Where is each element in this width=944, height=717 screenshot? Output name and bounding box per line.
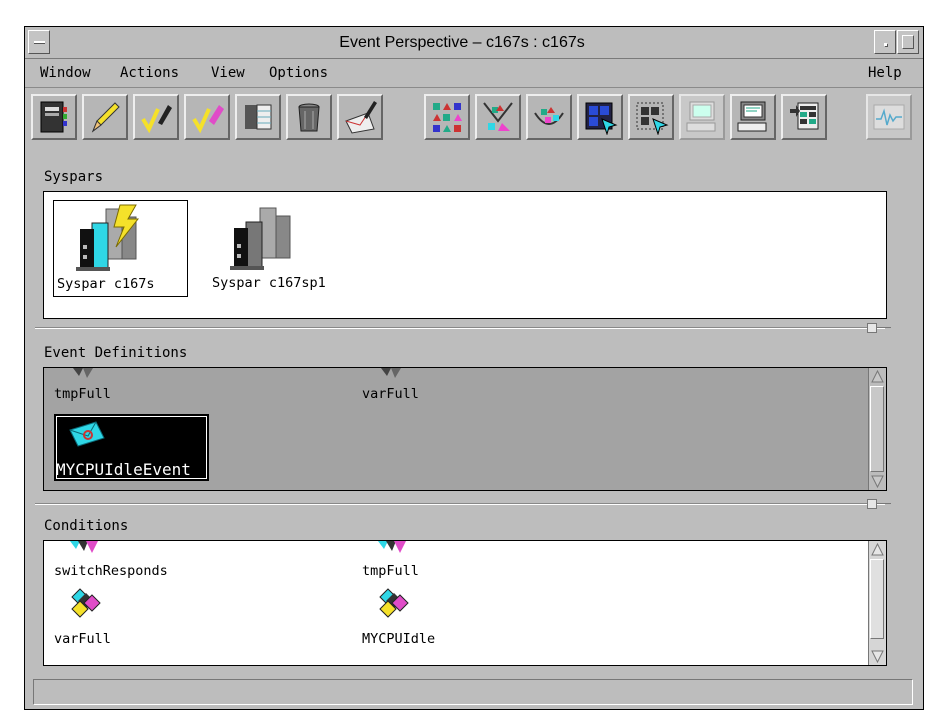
menu-options[interactable]: Options <box>269 65 328 81</box>
tool-shapes-button[interactable] <box>424 94 470 140</box>
grid-select-icon <box>585 102 618 135</box>
tool-bowl-button[interactable] <box>526 94 572 140</box>
condition-varfull-label: varFull <box>54 631 111 647</box>
condition-icon <box>378 541 406 553</box>
event-mycpuidleevent-label: MYCPUIdleEvent <box>56 460 191 479</box>
monitor-keyboard-disabled-icon <box>686 101 716 132</box>
scroll-up-icon[interactable] <box>871 543 884 556</box>
window-menu-button[interactable] <box>28 30 50 54</box>
waveform-icon <box>873 104 905 130</box>
event-definition-icon <box>381 368 401 378</box>
tool-delete-button[interactable] <box>286 94 332 140</box>
tool-dotted-select-button[interactable] <box>628 94 674 140</box>
funnel-shapes-icon <box>483 102 513 131</box>
menu-bar: Window Actions View Options Help <box>25 59 923 88</box>
tool-edit-button[interactable] <box>133 94 179 140</box>
menu-view[interactable]: View <box>211 65 245 81</box>
pencil-check-icon <box>141 105 172 134</box>
tool-monitor-button[interactable] <box>730 94 776 140</box>
condition-icon <box>71 588 101 618</box>
event-definition-icon <box>73 368 93 378</box>
condition-mycpuidle-label: MYCPUIdle <box>362 631 436 647</box>
eraser-check-icon <box>192 105 224 134</box>
syspar-c167sp1[interactable]: Syspar c167sp1 <box>212 200 362 297</box>
title-bar[interactable]: Event Perspective – c167s : c167s <box>25 27 923 59</box>
tool-spreadsheet-button[interactable] <box>781 94 827 140</box>
scroll-thumb[interactable] <box>870 386 884 472</box>
condition-icon <box>70 541 98 553</box>
tool-grid-select-button[interactable] <box>577 94 623 140</box>
sash-tail <box>877 327 891 328</box>
pane-divider <box>35 327 885 329</box>
condition-mycpuidle[interactable]: MYCPUIdle <box>362 587 522 657</box>
event-definitions-label: Event Definitions <box>44 345 188 361</box>
condition-varfull[interactable]: varFull <box>54 587 214 657</box>
event-mycpuidleevent[interactable]: MYCPUIdleEvent <box>54 414 209 481</box>
condition-tmpfull[interactable]: tmpFull <box>362 541 522 583</box>
trash-can-icon <box>298 103 320 132</box>
event-varfull[interactable]: varFull <box>362 368 482 408</box>
window-title: Event Perspective – c167s : c167s <box>339 34 585 51</box>
event-tmpfull-label: tmpFull <box>54 386 111 402</box>
conditions-scrollbar[interactable] <box>868 541 886 665</box>
pencil-icon <box>91 102 120 133</box>
sash-handle[interactable] <box>867 323 877 333</box>
maximize-button[interactable] <box>897 30 919 54</box>
scroll-down-icon[interactable] <box>871 475 884 488</box>
condition-switchresponds[interactable]: switchResponds <box>54 541 214 583</box>
syspars-label: Syspars <box>44 169 104 185</box>
event-varfull-label: varFull <box>362 386 419 402</box>
monitor-keyboard-icon <box>737 101 767 132</box>
envelope-pencil-icon <box>345 101 377 134</box>
menu-actions[interactable]: Actions <box>120 65 179 81</box>
minimize-button[interactable] <box>874 30 896 54</box>
tool-filter-button[interactable] <box>475 94 521 140</box>
dotted-grid-select-icon <box>636 102 669 135</box>
table-icon <box>245 104 272 130</box>
pane-divider <box>35 503 885 505</box>
condition-tmpfull-label: tmpFull <box>362 563 419 579</box>
event-tmpfull[interactable]: tmpFull <box>54 368 174 408</box>
event-definitions-scrollbar[interactable] <box>868 368 886 490</box>
menu-help[interactable]: Help <box>868 65 902 81</box>
conditions-label: Conditions <box>44 518 129 534</box>
tool-notebook-button[interactable] <box>31 94 77 140</box>
syspar-c167sp1-label: Syspar c167sp1 <box>212 275 326 291</box>
event-definitions-pane: tmpFull varFull MYCPUIdleEvent <box>43 367 887 491</box>
tool-table-button[interactable] <box>235 94 281 140</box>
bowl-shapes-icon <box>534 107 564 125</box>
scroll-down-icon[interactable] <box>871 650 884 663</box>
scroll-up-icon[interactable] <box>871 370 884 383</box>
syspars-pane: Syspar c167s Syspar c167sp1 <box>43 191 887 319</box>
syspar-icon <box>230 207 291 270</box>
sash-handle[interactable] <box>867 499 877 509</box>
status-bar <box>33 679 913 705</box>
condition-icon <box>379 588 409 618</box>
menu-window[interactable]: Window <box>40 65 91 81</box>
scroll-thumb[interactable] <box>870 559 884 639</box>
shapes-grid-icon <box>433 103 462 132</box>
toolbar <box>25 88 923 158</box>
event-perspective-window: Event Perspective – c167s : c167s Window… <box>24 26 924 710</box>
tool-uncheck-button[interactable] <box>184 94 230 140</box>
window-menu-icon <box>34 41 45 43</box>
tool-monitor-disabled-button[interactable] <box>679 94 725 140</box>
tool-create-button[interactable] <box>82 94 128 140</box>
minimize-icon <box>884 43 887 46</box>
condition-switchresponds-label: switchResponds <box>54 563 168 579</box>
sash-tail <box>877 503 891 504</box>
syspar-c167s[interactable]: Syspar c167s <box>53 200 188 297</box>
event-envelope-icon <box>69 421 105 447</box>
notebook-icon <box>40 101 67 133</box>
spreadsheet-arrows-icon <box>790 102 819 130</box>
tool-register-event-button[interactable] <box>337 94 383 140</box>
syspar-c167s-label: Syspar c167s <box>57 276 155 292</box>
tool-waveform-button[interactable] <box>866 94 912 140</box>
maximize-icon <box>902 35 914 49</box>
conditions-pane: switchResponds tmpFull varFull MYCPUIdle <box>43 540 887 666</box>
syspar-active-icon <box>76 204 140 271</box>
